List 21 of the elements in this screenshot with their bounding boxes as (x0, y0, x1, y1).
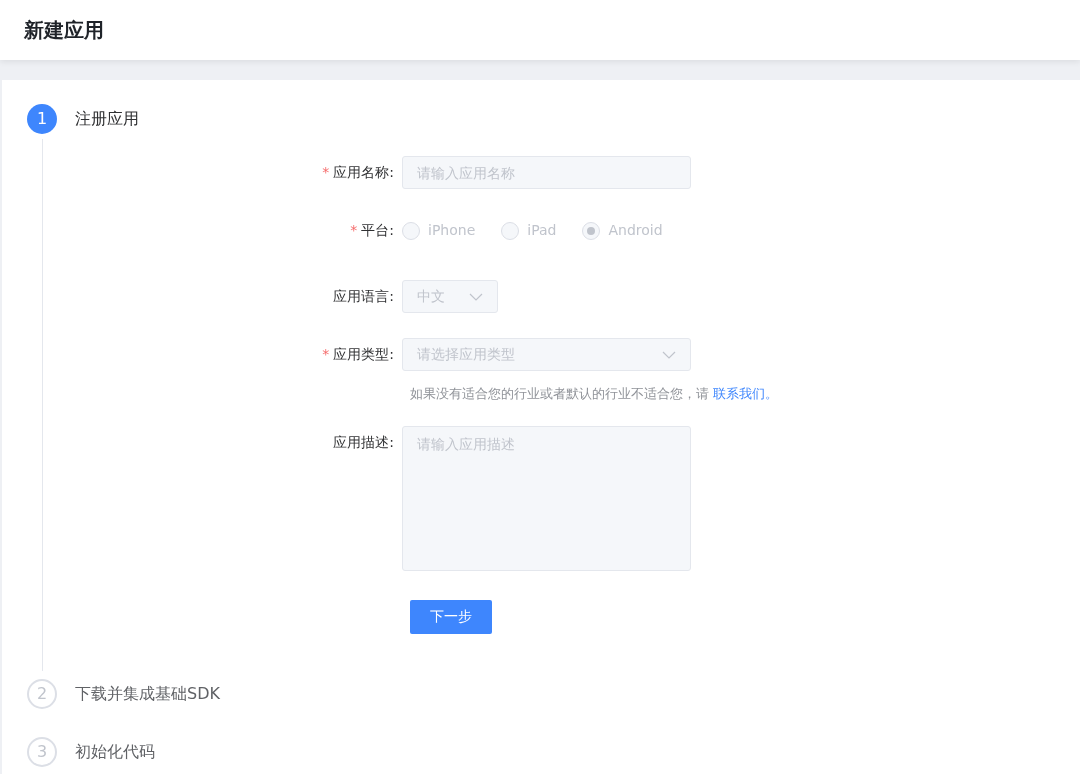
step-title: 初始化代码 (75, 741, 155, 763)
field-label: 应用语言: (333, 287, 394, 306)
field-label: 平台: (361, 221, 394, 240)
step-title: 注册应用 (75, 108, 139, 130)
field-label: 应用名称: (333, 163, 394, 182)
required-asterisk: * (322, 345, 330, 364)
required-asterisk: * (350, 221, 358, 240)
required-asterisk: * (322, 163, 330, 182)
hint-text: 如果没有适合您的行业或者默认的行业不适合您，请 (410, 385, 709, 403)
field-label: 应用类型: (333, 345, 394, 364)
contact-link[interactable]: 联系我们 (713, 384, 765, 404)
step-number: 1 (27, 104, 57, 134)
step-number: 3 (27, 737, 57, 767)
next-step-button[interactable]: 下一步 (410, 599, 492, 634)
step-number: 2 (27, 679, 57, 709)
step-title: 下载并集成基础SDK (75, 683, 220, 705)
chevron-down-icon (662, 350, 676, 359)
hint-punctuation: 。 (765, 385, 778, 403)
field-label: 应用描述: (333, 432, 394, 452)
chevron-down-icon (469, 292, 483, 301)
page-title: 新建应用 (24, 17, 104, 44)
